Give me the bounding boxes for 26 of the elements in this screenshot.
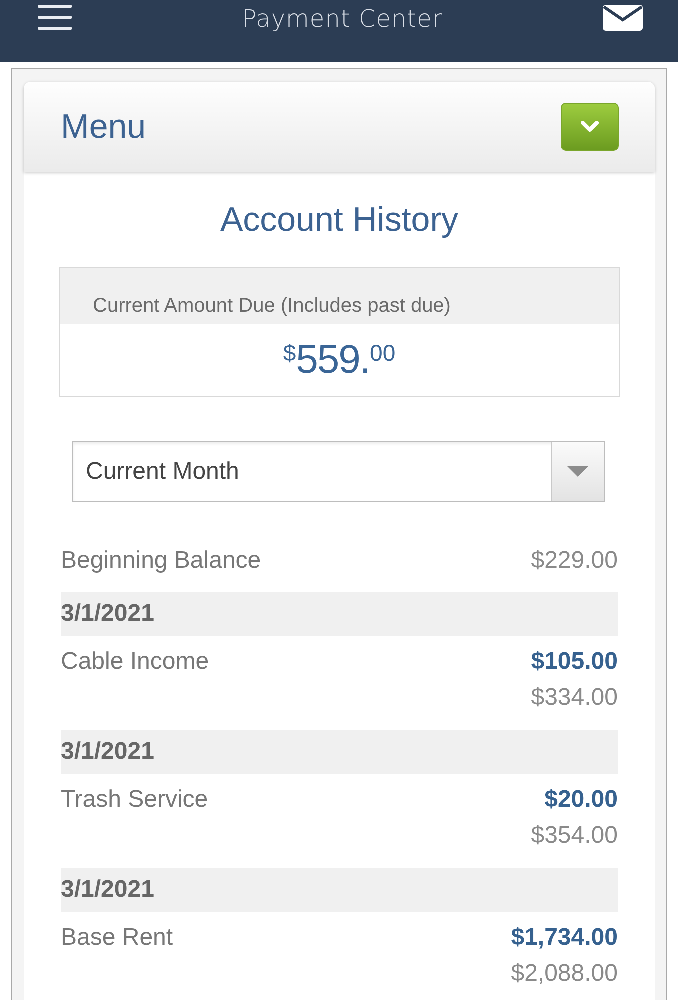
date-header: 3/1/2021 (61, 592, 618, 636)
transaction-label: Cable Income (61, 648, 210, 676)
caret-down-icon (567, 466, 589, 477)
mail-button[interactable] (602, 5, 643, 34)
transaction-amount: $105.00 (531, 648, 618, 676)
menu-button[interactable] (38, 5, 72, 33)
page-heading: Account History (219, 200, 460, 240)
transaction-amount: $20.00 (544, 786, 618, 814)
transaction-label: Trash Service (61, 786, 210, 814)
date-header: 3/1/2021 (61, 730, 618, 774)
mail-icon (602, 5, 643, 31)
dropdown-button[interactable] (551, 442, 604, 501)
transaction-label: Base Rent (61, 924, 174, 952)
balance-amount: $229.00 (531, 547, 618, 575)
menu-title: Menu (61, 108, 146, 146)
menu-icon (38, 5, 72, 30)
menu-toggle-button[interactable] (561, 103, 619, 151)
running-balance: $334.00 (531, 684, 618, 712)
app-title: Payment Center (241, 5, 443, 33)
date-header: 3/1/2021 (61, 868, 618, 912)
month-select[interactable]: Current Month (72, 441, 605, 502)
transaction-amount: $1,734.00 (511, 924, 618, 952)
running-balance: $2,088.00 (511, 960, 618, 988)
balance-label: Beginning Balance (61, 547, 262, 575)
running-balance: $354.00 (531, 822, 618, 850)
amount-due-label: Current Amount Due (Includes past due) (60, 268, 619, 324)
